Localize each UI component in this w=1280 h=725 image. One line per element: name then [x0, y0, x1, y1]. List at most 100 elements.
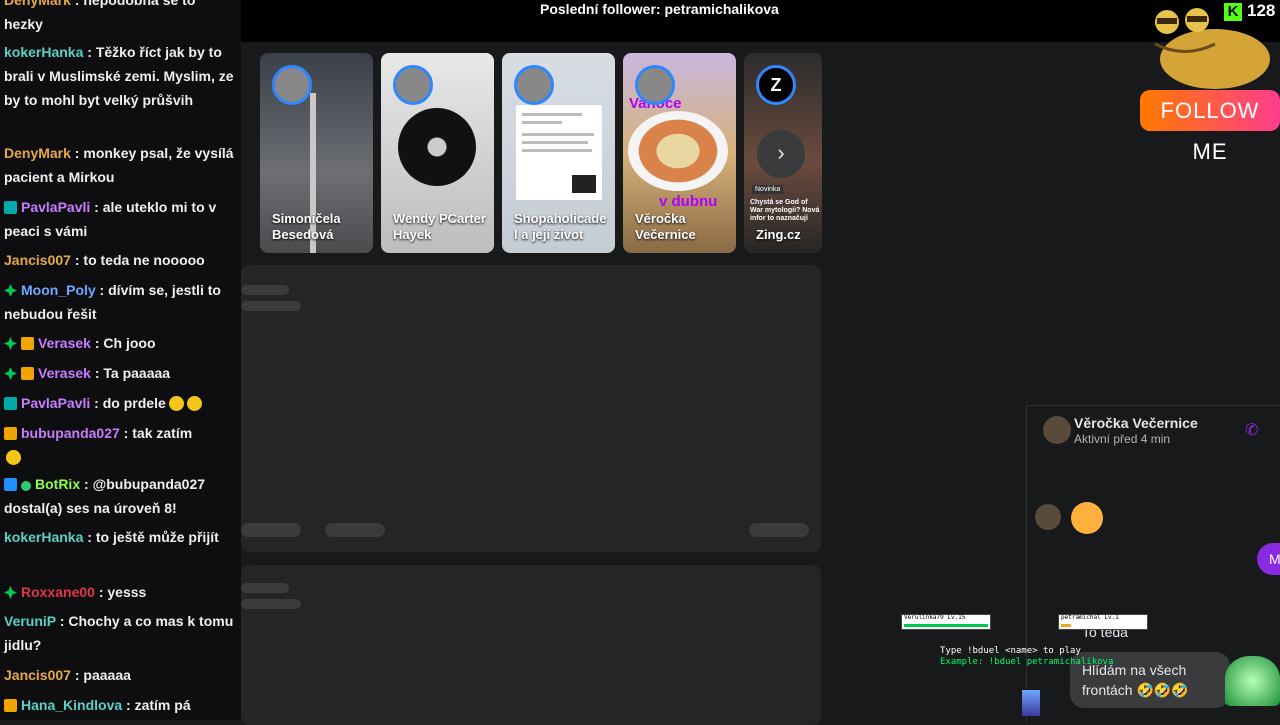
- story-avatar-4: [635, 65, 675, 105]
- smiling-hearts-emoji-icon: [1071, 502, 1103, 534]
- chat-message: PavlaPavli : do prdele: [4, 391, 236, 415]
- chat-message: Verasek : Ch jooo: [4, 331, 236, 355]
- verified-badge-icon: [21, 481, 31, 491]
- story-avatar-5: Z: [756, 65, 796, 105]
- player1-name: Verulinka79 Lv.15: [904, 614, 966, 621]
- chat-username: Moon_Poly: [21, 282, 96, 298]
- outgoing-message-bubble: M: [1257, 543, 1280, 575]
- feed-post-placeholder-2: [241, 565, 821, 725]
- chat-username: VeruniP: [4, 613, 56, 629]
- player2-hp-bar: [1061, 624, 1071, 627]
- contact-name[interactable]: Věročka Večernice: [1074, 415, 1198, 431]
- grin-emoji-icon: [168, 396, 184, 411]
- chat-username: Verasek: [38, 365, 91, 381]
- story-card-2[interactable]: Wendy PCarter Hayek: [381, 53, 494, 253]
- crown-badge-icon: [4, 427, 17, 440]
- feed-post-placeholder-1: [241, 265, 821, 552]
- story-name-4: Věročka Večernice: [635, 211, 696, 242]
- og-badge-icon: [4, 337, 17, 350]
- og-badge-icon: [4, 367, 17, 380]
- story-avatar-3: [514, 65, 554, 105]
- chat-message: kokerHanka : to ještě může přijít: [4, 529, 219, 545]
- chat-message: Hana_Kindlova : zatím pá: [4, 693, 236, 717]
- chat-username: kokerHanka: [4, 44, 84, 60]
- player1-hp-bar: [904, 624, 988, 627]
- story-badge: Novinka: [752, 185, 784, 194]
- subscriber-badge-icon: [4, 397, 17, 410]
- story-overlay-bottom: v dubnu: [659, 193, 718, 210]
- chat-username: Jancis007: [4, 667, 71, 683]
- duel-hint: Type !bduel <name> to play: [940, 646, 1081, 656]
- grin-emoji-icon: [186, 396, 202, 411]
- chat-text: paaaaa: [83, 667, 131, 683]
- green-mascot-icon: [1225, 656, 1280, 706]
- story-name-3: Shopaholicade l a její život: [514, 211, 607, 242]
- chat-message: kokerHanka : Těžko říct jak by to brali …: [4, 44, 234, 108]
- story-card-4[interactable]: Vanoce v dubnu Věročka Večernice: [623, 53, 736, 253]
- story-name-2: Wendy PCarter Hayek: [393, 211, 486, 242]
- chat-text: Ch jooo: [103, 335, 156, 351]
- chat-text: Ta paaaaa: [103, 365, 171, 381]
- player1-hp-box: Verulinka79 Lv.15: [901, 614, 991, 630]
- chat-message: Moon_Poly : dívím se, jestli to nebudou …: [4, 282, 221, 322]
- stories-next-button[interactable]: ›: [757, 130, 805, 178]
- chevron-right-icon: ›: [777, 140, 785, 165]
- vinyl-record-image: [398, 108, 476, 186]
- angel-emoji-icon: [6, 450, 21, 465]
- crown-badge-icon: [21, 367, 34, 380]
- chat-message: Jancis007 : paaaaa: [4, 667, 131, 683]
- bot-badge-icon: [4, 478, 17, 491]
- story-teaser: Chystá se God of War mytologii? Nová inf…: [750, 199, 820, 222]
- story-card-1[interactable]: Simoničela Besedová: [260, 53, 373, 253]
- chat-username: PavlaPavli: [21, 395, 91, 411]
- chat-username: BotRix: [35, 476, 81, 492]
- subscriber-badge-icon: [4, 201, 17, 214]
- chat-message: DenyMark : nepodobná se to hezky: [4, 0, 236, 36]
- follow-me-button[interactable]: FOLLOW ME: [1140, 90, 1280, 164]
- chat-message: Roxxane00 : yesss: [4, 580, 236, 604]
- chat-text: do prdele: [102, 395, 166, 411]
- chat-message: Jancis007 : to teda ne nooooo: [4, 252, 205, 268]
- player2-name: petramichal Lv.1: [1061, 614, 1119, 621]
- og-badge-icon: [4, 284, 17, 297]
- chat-message: DenyMark : monkey psal, že vysílá pacien…: [4, 145, 234, 185]
- og-badge-icon: [4, 586, 17, 599]
- contact-avatar-small: [1035, 504, 1061, 530]
- chat-username: DenyMark: [4, 145, 71, 161]
- contact-avatar: [1043, 416, 1071, 444]
- duel-example: Example: !bduel petramichalikova: [940, 657, 1114, 667]
- toad-mascot-icon: [1154, 8, 1270, 89]
- pixel-character-sprite: [1022, 690, 1040, 716]
- food-plate-image: [628, 111, 728, 191]
- chat-username: bubupanda027: [21, 425, 120, 441]
- chat-text: zatím pá: [134, 697, 191, 713]
- chat-username: Verasek: [38, 335, 91, 351]
- chat-message: Verasek : Ta paaaaa: [4, 361, 236, 385]
- stream-chat: DenyMark : nepodobná se to hezky kokerHa…: [0, 0, 241, 720]
- crown-badge-icon: [4, 699, 17, 712]
- chat-text: to ještě může přijít: [95, 529, 219, 545]
- player2-hp-box: petramichal Lv.1: [1058, 614, 1148, 630]
- chat-message: PavlaPavli : ale uteklo mi to v peaci s …: [4, 199, 217, 239]
- story-card-3[interactable]: Shopaholicade l a její život: [502, 53, 615, 253]
- story-name-5: Zing.cz: [756, 227, 801, 242]
- crown-badge-icon: [21, 337, 34, 350]
- chat-message: bubupanda027 : tak zatím: [4, 421, 236, 469]
- story-avatar-2: [393, 65, 433, 105]
- chat-username: Hana_Kindlova: [21, 697, 123, 713]
- chat-text: yesss: [107, 584, 147, 600]
- story-name-1: Simoničela Besedová: [272, 211, 341, 242]
- story-document-image: [516, 105, 602, 200]
- chat-text: tak zatím: [132, 425, 193, 441]
- chat-text: to teda ne nooooo: [83, 252, 205, 268]
- story-avatar-1: [272, 65, 312, 105]
- chat-username: Jancis007: [4, 252, 71, 268]
- last-follower-text: Poslední follower: petramichalikova: [540, 1, 779, 17]
- chat-username: Roxxane00: [21, 584, 95, 600]
- chat-username: PavlaPavli: [21, 199, 91, 215]
- chat-username: DenyMark: [4, 0, 71, 8]
- contact-status: Aktivní před 4 min: [1074, 432, 1171, 446]
- chat-message: VeruniP : Chochy a co mas k tomu jidlu?: [4, 613, 234, 653]
- phone-call-icon[interactable]: ✆: [1245, 420, 1258, 440]
- chat-message: BotRix : @bubupanda027 dostal(a) ses na …: [4, 476, 206, 516]
